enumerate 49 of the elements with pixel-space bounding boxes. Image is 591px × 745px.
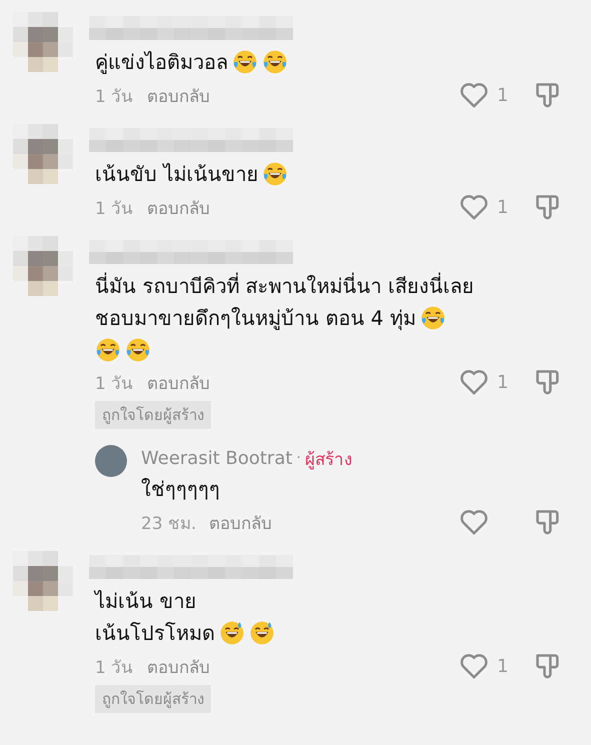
comment-time: 1 วัน xyxy=(95,372,134,396)
heart-icon[interactable] xyxy=(459,508,489,536)
heart-icon[interactable] xyxy=(459,652,489,680)
thumbs-down-icon[interactable] xyxy=(535,193,561,221)
comment-text: ชอบมาขายดึกๆในหมู่บ้าน ตอน 4 ทุ่ม xyxy=(95,305,416,332)
comment-time: 1 วัน xyxy=(95,656,134,680)
heart-icon[interactable] xyxy=(459,368,489,396)
creator-label: ผู้สร้าง xyxy=(304,448,352,472)
grinning-sweat-face-icon xyxy=(249,620,275,646)
reply-link[interactable]: ตอบกลับ xyxy=(147,368,210,396)
heart-icon[interactable] xyxy=(459,81,489,109)
comment-text: เน้นโปรโหมด xyxy=(95,620,215,647)
comment-text: คู่แข่งไอติมวอล xyxy=(95,49,228,76)
comment-text: นี่มัน รถบาบีคิวที่ สะพานใหม่นี่นา เสียงนี่เลย xyxy=(95,272,474,300)
laughing-face-icon xyxy=(262,49,288,75)
reply-link[interactable]: ตอบกลับ xyxy=(147,652,210,680)
thumbs-down-icon[interactable] xyxy=(535,368,561,396)
laughing-face-icon xyxy=(95,336,121,362)
laughing-face-icon xyxy=(420,305,446,331)
comment-time: 1 วัน xyxy=(95,198,134,220)
like-count: 1 xyxy=(497,84,508,106)
thumbs-down-icon[interactable] xyxy=(535,652,561,680)
comment-time: 1 วัน xyxy=(95,86,134,108)
laughing-face-icon xyxy=(232,49,258,75)
heart-icon[interactable] xyxy=(459,193,489,221)
reply-time: 23 ชม. xyxy=(141,512,198,536)
laughing-face-icon xyxy=(125,336,151,362)
thumbs-down-icon[interactable] xyxy=(535,508,561,536)
blurred-avatar xyxy=(13,236,73,296)
blurred-avatar xyxy=(13,12,73,72)
separator-dot: · xyxy=(296,450,301,466)
laughing-face-icon xyxy=(262,161,288,187)
liked-by-creator-badge: ถูกใจโดยผู้สร้าง xyxy=(95,401,211,429)
like-count: 1 xyxy=(497,656,508,676)
comment-text: ไม่เน้น ขาย xyxy=(95,588,196,615)
reply-link[interactable]: ตอบกลับ xyxy=(209,508,272,536)
blurred-avatar xyxy=(13,124,73,184)
thumbs-down-icon[interactable] xyxy=(535,81,561,109)
reply-text: ใช่ๆๆๆๆๆ xyxy=(141,476,220,503)
reply-author[interactable]: Weerasit Bootrat xyxy=(141,448,292,468)
comment-text: เน้นขับ ไม่เน้นขาย xyxy=(95,161,258,188)
grinning-sweat-face-icon xyxy=(219,620,245,646)
like-count: 1 xyxy=(497,196,508,218)
blurred-avatar xyxy=(13,551,73,611)
avatar[interactable] xyxy=(95,445,127,477)
liked-by-creator-badge: ถูกใจโดยผู้สร้าง xyxy=(95,685,211,713)
reply-link[interactable]: ตอบกลับ xyxy=(147,194,210,220)
reply-link[interactable]: ตอบกลับ xyxy=(147,82,210,108)
like-count: 1 xyxy=(497,372,508,392)
